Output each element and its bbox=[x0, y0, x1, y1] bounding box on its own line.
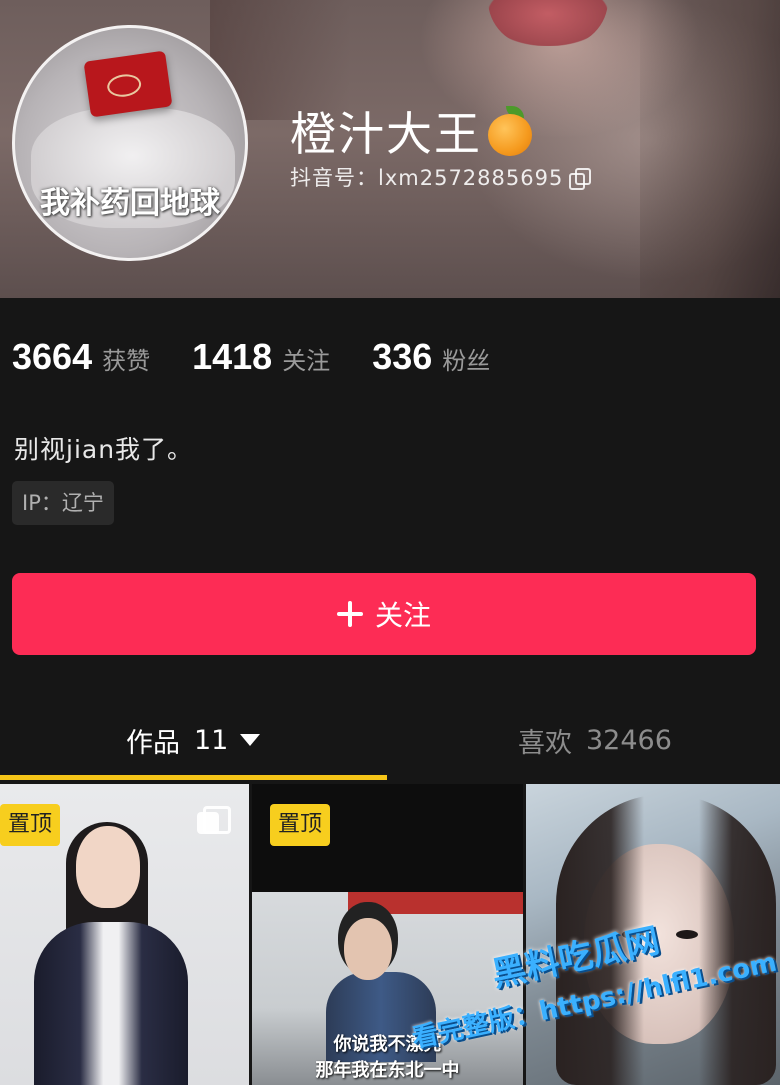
tab-likes-count: 32466 bbox=[586, 724, 672, 756]
avatar-photo-detail bbox=[83, 50, 173, 118]
tab-likes-label: 喜欢 bbox=[518, 727, 572, 759]
video-subtitle: 那年我在东北一中 bbox=[315, 1060, 460, 1081]
video-thumbnail[interactable]: 置顶 bbox=[0, 784, 249, 1085]
thumbnail-photo-detail bbox=[76, 826, 140, 908]
pinned-badge: 置顶 bbox=[0, 804, 61, 846]
stat-label: 获赞 bbox=[102, 347, 151, 375]
thumbnail-photo-detail bbox=[344, 918, 392, 980]
banner-photo-detail bbox=[488, 0, 608, 46]
tab-likes[interactable]: 喜欢 32466 bbox=[518, 710, 672, 770]
content-tabs: 作品 11 喜欢 32466 bbox=[0, 710, 780, 780]
follow-button[interactable]: 关注 bbox=[12, 573, 756, 655]
ip-location-tag: IP：辽宁 bbox=[12, 481, 114, 525]
plus-icon bbox=[336, 601, 363, 627]
caret-down-icon[interactable] bbox=[240, 734, 261, 746]
video-grid: 置顶 置顶 你说我不漂亮 那年我在东北一中 bbox=[0, 784, 780, 1085]
profile-stats: 3664 获赞 1418 关注 336 粉丝 bbox=[12, 336, 532, 382]
stat-value: 3664 bbox=[12, 336, 93, 377]
tab-works-count: 11 bbox=[194, 724, 229, 756]
orange-emoji-icon bbox=[486, 106, 534, 156]
thumbnail-photo-detail bbox=[676, 930, 698, 939]
nickname-row: 橙汁大王 bbox=[290, 98, 534, 164]
stat-label: 关注 bbox=[282, 347, 331, 375]
banner-photo-detail bbox=[640, 0, 780, 298]
copy-icon[interactable] bbox=[569, 168, 592, 190]
thumbnail-photo-detail bbox=[348, 892, 523, 914]
douyin-id: 抖音号：lxm2572885695 bbox=[290, 166, 564, 190]
tab-works[interactable]: 作品 11 bbox=[126, 710, 261, 770]
nickname: 橙汁大王 bbox=[290, 107, 482, 161]
tab-works-label: 作品 bbox=[126, 727, 180, 759]
pinned-badge: 置顶 bbox=[270, 804, 331, 846]
multi-image-icon bbox=[197, 806, 231, 836]
stat-following[interactable]: 1418 关注 bbox=[192, 336, 330, 378]
stat-likes[interactable]: 3664 获赞 bbox=[12, 336, 150, 378]
stat-followers[interactable]: 336 粉丝 bbox=[372, 336, 490, 378]
avatar-caption: 我补药回地球 bbox=[40, 186, 220, 221]
bio: 别视jian我了。 bbox=[14, 435, 194, 464]
follow-button-label: 关注 bbox=[374, 599, 431, 632]
stat-label: 粉丝 bbox=[442, 347, 491, 375]
avatar[interactable]: 我补药回地球 bbox=[12, 25, 248, 261]
douyin-id-row[interactable]: 抖音号：lxm2572885695 bbox=[290, 162, 592, 192]
stat-value: 1418 bbox=[192, 336, 273, 377]
active-tab-indicator bbox=[0, 775, 387, 780]
thumbnail-photo-detail bbox=[34, 922, 188, 1085]
stat-value: 336 bbox=[372, 336, 433, 377]
